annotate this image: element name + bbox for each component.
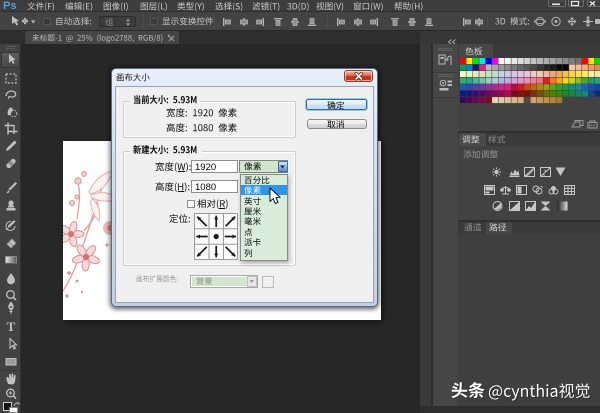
svg-text:T: T [7,319,16,334]
